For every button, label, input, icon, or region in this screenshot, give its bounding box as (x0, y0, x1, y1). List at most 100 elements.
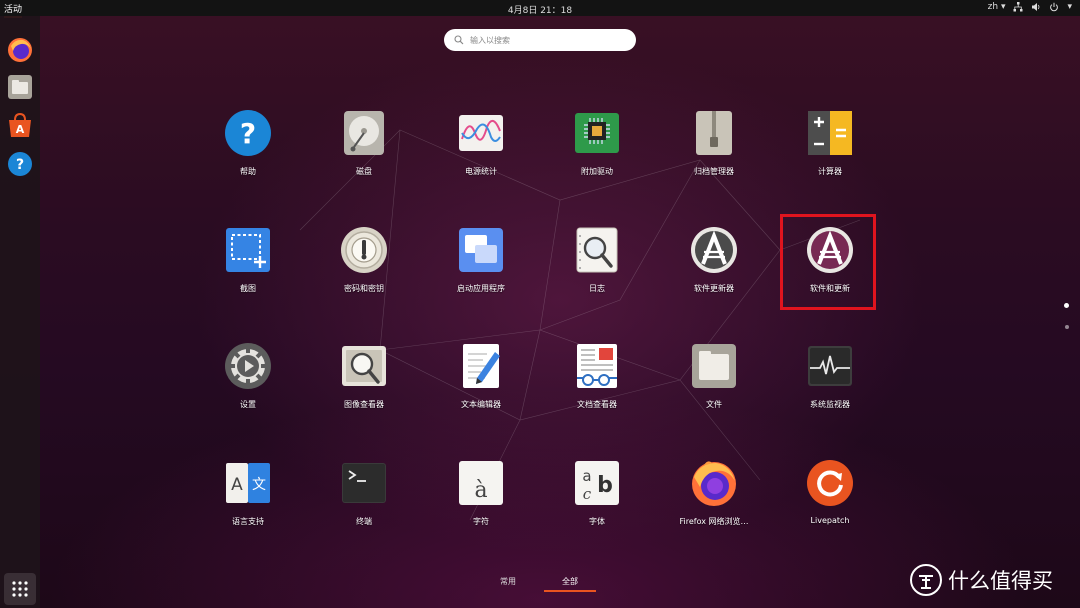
app-power-statistics[interactable]: 电源统计 (426, 109, 536, 199)
system-tray[interactable]: zh ▾ ▾ (988, 2, 1072, 12)
app-label: 日志 (589, 284, 605, 293)
screenshot-icon (226, 228, 270, 272)
app-logs[interactable]: 日志 (542, 226, 652, 316)
app-livepatch[interactable]: Livepatch (775, 459, 885, 549)
firefox-icon[interactable] (6, 36, 34, 64)
app-archive-manager[interactable]: 归档管理器 (659, 109, 769, 199)
archive-icon (696, 111, 732, 155)
app-label: 字体 (589, 517, 605, 526)
watermark-text: 什么值得买 (948, 569, 1053, 593)
app-label: 电源统计 (465, 167, 497, 176)
page-indicator-active[interactable] (1064, 303, 1069, 308)
folder-icon (692, 344, 736, 388)
app-label: 计算器 (818, 167, 842, 176)
power-icon[interactable] (1049, 2, 1059, 12)
svg-text:c: c (583, 485, 592, 503)
app-label: 文档查看器 (577, 400, 617, 409)
firefox-icon (692, 461, 736, 506)
app-label: 启动应用程序 (457, 284, 505, 293)
network-icon[interactable] (1013, 2, 1023, 12)
highlight-box (780, 214, 876, 310)
clock[interactable]: 4月8日 21：18 (0, 3, 1080, 16)
desktop-background (0, 0, 1080, 608)
system-menu-arrow-icon[interactable]: ▾ (1067, 2, 1072, 12)
show-apps-icon[interactable] (4, 573, 36, 605)
startup-apps-icon (459, 228, 503, 272)
characters-icon: à (459, 461, 503, 505)
power-chart-icon (459, 115, 503, 151)
app-label: 帮助 (240, 167, 256, 176)
help-icon: ? (225, 110, 271, 156)
app-characters[interactable]: à 字符 (426, 459, 536, 549)
app-files[interactable]: 文件 (659, 342, 769, 432)
files-icon[interactable] (6, 73, 34, 101)
dock: A ? (0, 16, 40, 608)
tab-all[interactable]: 全部 (544, 576, 596, 592)
app-label: Firefox 网络浏览… (679, 517, 749, 526)
page-indicator[interactable] (1064, 325, 1069, 329)
app-screenshot[interactable]: 截图 (193, 226, 303, 316)
language-icon: A 文 (226, 463, 270, 503)
svg-text:A: A (231, 475, 243, 495)
app-label: 终端 (356, 517, 372, 526)
app-label: 截图 (240, 284, 256, 293)
calculator-icon (808, 111, 852, 155)
app-firefox[interactable]: Firefox 网络浏览… (659, 459, 769, 549)
chip-icon (575, 113, 619, 153)
svg-text:?: ? (16, 157, 24, 173)
app-calculator[interactable]: 计算器 (775, 109, 885, 199)
app-disks[interactable]: 磁盘 (309, 109, 419, 199)
app-label: 语言支持 (232, 517, 264, 526)
svg-text:文: 文 (252, 477, 266, 493)
svg-text:?: ? (240, 117, 256, 150)
app-label: 文件 (706, 400, 722, 409)
app-additional-drivers[interactable]: 附加驱动 (542, 109, 652, 199)
volume-icon[interactable] (1031, 2, 1041, 12)
search-input[interactable]: 输入以搜索 (444, 29, 636, 51)
app-label: Livepatch (810, 516, 850, 525)
app-document-viewer[interactable]: 文档查看器 (542, 342, 652, 432)
app-label: 图像查看器 (344, 400, 384, 409)
app-text-editor[interactable]: 文本编辑器 (426, 342, 536, 432)
app-label: 文本编辑器 (461, 400, 501, 409)
app-settings[interactable]: 设置 (193, 342, 303, 432)
fonts-icon: a c b (575, 461, 619, 505)
wallpaper-lines (299, 129, 861, 521)
tab-frequent[interactable]: 常用 (500, 576, 516, 587)
svg-text:b: b (597, 473, 613, 498)
app-help[interactable]: ? 帮助 (193, 109, 303, 199)
livepatch-icon (807, 460, 853, 506)
software-updater-icon (691, 227, 737, 273)
app-passwords-keys[interactable]: 密码和密钥 (309, 226, 419, 316)
terminal-icon (342, 463, 386, 503)
text-editor-icon (463, 344, 500, 388)
app-label: 密码和密钥 (344, 284, 384, 293)
app-software-updater[interactable]: 软件更新器 (659, 226, 769, 316)
app-language-support[interactable]: A 文 语言支持 (193, 459, 303, 549)
svg-text:A: A (16, 123, 25, 136)
search-placeholder: 输入以搜索 (470, 35, 510, 45)
watermark: 什么值得买 (910, 564, 1053, 596)
help-icon[interactable]: ? (6, 150, 34, 178)
system-monitor-icon (808, 346, 852, 386)
svg-text:a: a (582, 467, 591, 485)
lock-icon (341, 227, 387, 273)
app-label: 附加驱动 (581, 167, 613, 176)
app-label: 归档管理器 (694, 167, 734, 176)
software-icon[interactable]: A (6, 111, 34, 139)
gear-icon (225, 343, 271, 389)
watermark-logo-icon (910, 564, 942, 596)
app-startup-apps[interactable]: 启动应用程序 (426, 226, 536, 316)
app-system-monitor[interactable]: 系统监视器 (775, 342, 885, 432)
svg-text:à: à (474, 478, 487, 503)
app-label: 磁盘 (356, 167, 372, 176)
language-indicator[interactable]: zh ▾ (988, 2, 1006, 12)
app-fonts[interactable]: a c b 字体 (542, 459, 652, 549)
disk-icon (344, 111, 384, 155)
image-viewer-icon (342, 346, 386, 386)
app-image-viewer[interactable]: 图像查看器 (309, 342, 419, 432)
logs-icon (576, 227, 618, 273)
top-bar: 活动 4月8日 21：18 zh ▾ ▾ (0, 0, 1080, 18)
app-terminal[interactable]: 终端 (309, 459, 419, 549)
search-icon (454, 35, 464, 45)
